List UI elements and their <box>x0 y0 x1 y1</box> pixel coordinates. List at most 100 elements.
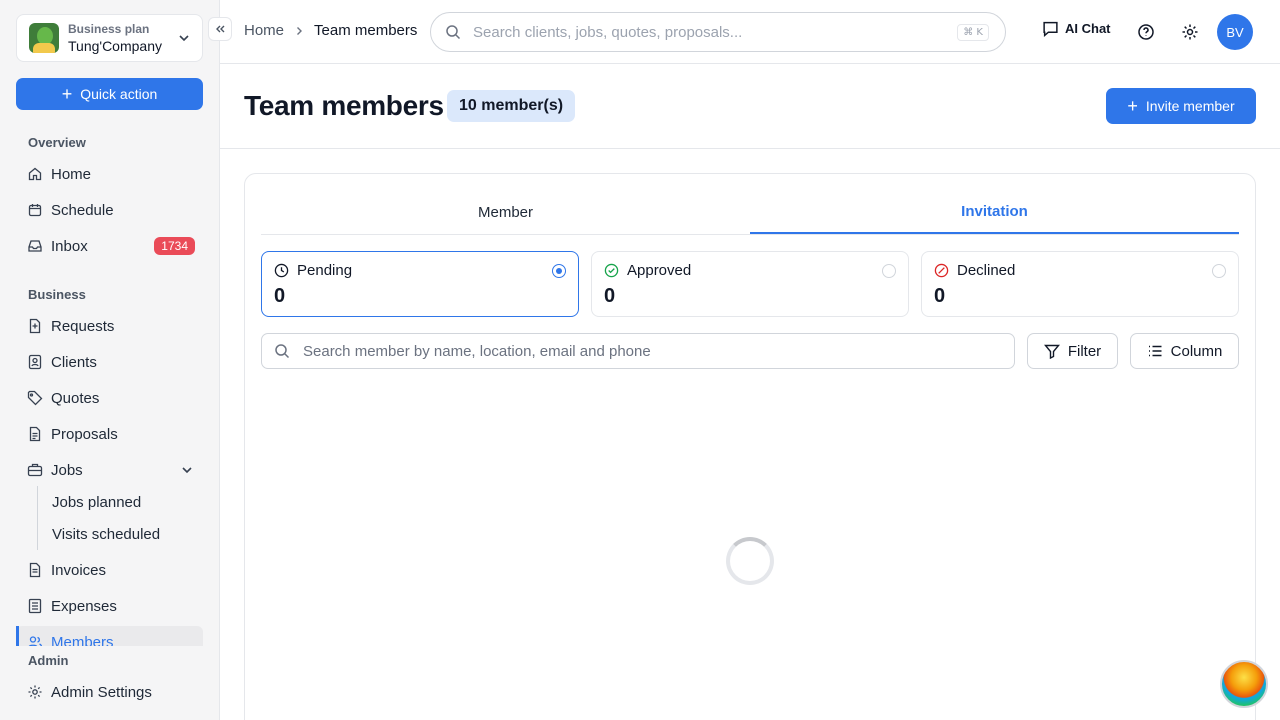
quick-action-button[interactable]: + Quick action <box>16 78 203 110</box>
company-plan: Business plan <box>68 21 150 36</box>
company-logo <box>29 23 59 53</box>
section-overview: Overview <box>28 135 86 150</box>
chat-icon <box>1043 21 1058 37</box>
status-label: Approved <box>627 262 692 279</box>
column-label: Column <box>1170 342 1223 360</box>
sidebar-admin-section: Admin Admin Settings <box>0 646 219 720</box>
calendar-icon <box>28 204 42 217</box>
chevron-down-icon <box>182 467 192 474</box>
status-label: Declined <box>957 262 1016 279</box>
shortcut-hint: ⌘ K <box>957 23 989 41</box>
section-business: Business <box>28 287 86 302</box>
sidebar-item-label: Quotes <box>51 389 100 407</box>
search-icon <box>446 25 461 40</box>
tab-invitation[interactable]: Invitation <box>750 190 1239 234</box>
loading-spinner <box>726 537 774 585</box>
filter-icon <box>1043 344 1060 359</box>
plus-icon: + <box>1127 96 1138 116</box>
column-button[interactable]: Column <box>1130 333 1239 369</box>
sidebar-item-quotes[interactable]: Quotes <box>16 382 203 414</box>
check-circle-icon <box>604 263 619 278</box>
status-filter-declined[interactable]: Declined 0 <box>921 251 1239 317</box>
breadcrumb: Home Team members <box>244 22 417 39</box>
status-label: Pending <box>297 262 353 279</box>
filter-button[interactable]: Filter <box>1027 333 1118 369</box>
sidebar-item-schedule[interactable]: Schedule <box>16 194 203 226</box>
sidebar-item-label: Expenses <box>51 597 117 615</box>
sidebar-item-home[interactable]: Home <box>16 158 203 190</box>
plus-icon: + <box>61 84 73 104</box>
section-admin: Admin <box>28 653 69 668</box>
help-icon[interactable] <box>1137 23 1155 41</box>
invoice-icon <box>29 562 41 578</box>
member-search[interactable] <box>261 333 1015 369</box>
status-radio[interactable] <box>882 263 896 278</box>
ai-chat-label: AI Chat <box>1065 21 1111 36</box>
global-search-input[interactable] <box>473 23 958 41</box>
topbar: Home Team members ⌘ K AI Chat BV <box>220 0 1280 64</box>
active-indicator <box>16 626 19 646</box>
sidebar-item-inbox[interactable]: Inbox 1734 <box>16 230 203 262</box>
list-icon <box>1148 345 1162 357</box>
sidebar-item-requests[interactable]: Requests <box>16 310 203 342</box>
ban-icon <box>934 263 949 278</box>
request-doc-icon <box>29 318 41 334</box>
ai-chat-button[interactable]: AI Chat <box>1042 20 1111 37</box>
company-name: Tung'Company <box>68 37 162 54</box>
inbox-icon <box>28 240 42 252</box>
receipt-icon <box>28 598 42 614</box>
tab-bar: Member Invitation <box>261 190 1239 235</box>
sidebar-item-jobs-planned[interactable]: Jobs planned <box>37 486 203 518</box>
sidebar-item-label: Home <box>51 165 92 183</box>
sidebar-item-jobs[interactable]: Jobs <box>16 454 203 486</box>
sidebar-item-label: Requests <box>51 317 115 335</box>
breadcrumb-current: Team members <box>314 22 418 39</box>
sidebar-item-visits-scheduled[interactable]: Visits scheduled <box>37 518 203 550</box>
sidebar-item-proposals[interactable]: Proposals <box>16 418 203 450</box>
collapse-sidebar-button[interactable] <box>208 17 232 41</box>
quick-action-label: Quick action <box>80 86 158 102</box>
company-switcher[interactable]: Business plan Tung'Company <box>16 14 203 62</box>
chevron-down-icon <box>179 35 189 42</box>
inbox-count-badge: 1734 <box>154 237 195 255</box>
sidebar-item-label: Clients <box>51 353 97 371</box>
breadcrumb-home[interactable]: Home <box>244 22 284 39</box>
global-search[interactable]: ⌘ K <box>430 12 1006 52</box>
document-icon <box>29 426 41 442</box>
tag-icon <box>27 390 43 406</box>
status-count: 0 <box>604 285 616 307</box>
gear-icon <box>28 685 42 699</box>
sidebar-item-label: Invoices <box>51 561 107 579</box>
filter-label: Filter <box>1067 342 1102 360</box>
page-header: Team members 10 member(s) + Invite membe… <box>220 64 1280 149</box>
status-count: 0 <box>274 285 286 307</box>
status-radio[interactable] <box>1212 263 1226 278</box>
sidebar-item-clients[interactable]: Clients <box>16 346 203 378</box>
clock-icon <box>274 263 289 278</box>
members-card: Member Invitation Pending 0 Approved 0 D… <box>244 173 1256 720</box>
status-filter-pending[interactable]: Pending 0 <box>261 251 579 317</box>
status-count: 0 <box>934 285 946 307</box>
sidebar-item-label: Schedule <box>51 201 114 219</box>
sidebar-item-invoices[interactable]: Invoices <box>16 554 203 586</box>
contact-card-icon <box>28 354 42 370</box>
gear-icon[interactable] <box>1181 23 1199 41</box>
sidebar-item-label: Proposals <box>51 425 118 443</box>
tab-member[interactable]: Member <box>261 190 750 234</box>
member-count-badge: 10 member(s) <box>447 90 576 122</box>
invite-member-button[interactable]: + Invite member <box>1106 88 1256 124</box>
status-filter-approved[interactable]: Approved 0 <box>591 251 909 317</box>
invite-member-label: Invite member <box>1145 98 1235 114</box>
sidebar-item-expenses[interactable]: Expenses <box>16 590 203 622</box>
member-search-input[interactable] <box>303 342 1002 360</box>
chevron-right-icon <box>297 26 303 35</box>
sidebar-item-label: Inbox <box>51 237 88 255</box>
home-icon <box>28 167 42 181</box>
user-avatar[interactable]: BV <box>1217 14 1253 50</box>
status-radio[interactable] <box>552 263 566 278</box>
search-icon <box>275 344 290 359</box>
sidebar-item-admin-settings[interactable]: Admin Settings <box>16 676 203 708</box>
briefcase-icon <box>27 463 43 477</box>
assistant-widget-icon[interactable] <box>1220 660 1268 708</box>
sidebar-item-label: Jobs <box>51 461 83 479</box>
